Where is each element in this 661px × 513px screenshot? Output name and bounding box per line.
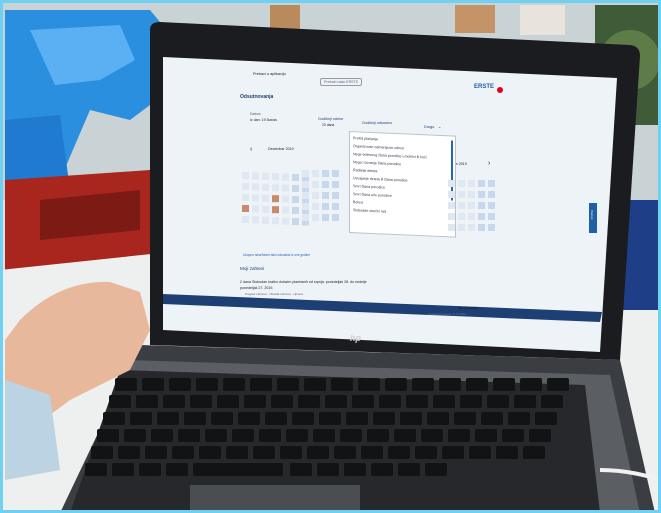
image-border	[0, 0, 661, 513]
